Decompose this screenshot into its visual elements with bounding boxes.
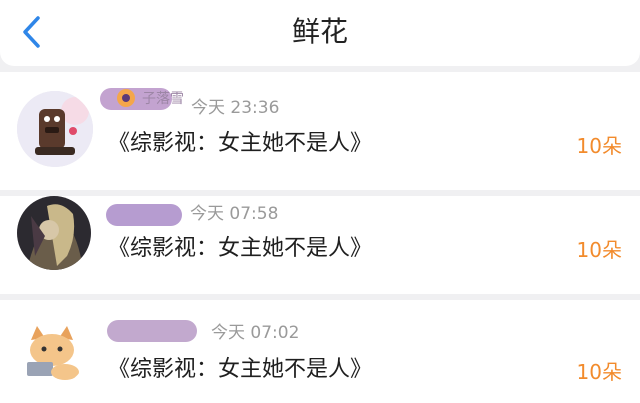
flower-count: 10朵 bbox=[576, 238, 622, 262]
book-title[interactable]: 《综影视：女主她不是人》 bbox=[108, 129, 372, 159]
timestamp: 今天 23:36 bbox=[191, 98, 280, 118]
user-name: 子落雪 bbox=[100, 84, 184, 112]
sticker-icon bbox=[117, 89, 135, 107]
list-item[interactable]: 今天 07:58 《综影视：女主她不是人》 10朵 bbox=[0, 196, 640, 294]
timestamp: 今天 07:02 bbox=[211, 323, 300, 343]
flower-count: 10朵 bbox=[576, 360, 622, 384]
list-item[interactable]: 子落雪 今天 23:36 《综影视：女主她不是人》 10朵 bbox=[0, 72, 640, 190]
avatar bbox=[17, 91, 93, 167]
list-item[interactable]: 今天 07:02 《综影视：女主她不是人》 10朵 bbox=[0, 300, 640, 403]
avatar bbox=[17, 316, 87, 386]
avatar bbox=[17, 196, 91, 270]
page-title: 鲜花 bbox=[291, 15, 348, 48]
header-bar: 鲜花 bbox=[0, 0, 640, 66]
timestamp: 今天 07:58 bbox=[190, 204, 279, 224]
user-name bbox=[106, 200, 182, 228]
book-title[interactable]: 《综影视：女主她不是人》 bbox=[108, 355, 372, 385]
user-name bbox=[107, 316, 197, 344]
book-title[interactable]: 《综影视：女主她不是人》 bbox=[108, 234, 372, 264]
flower-count: 10朵 bbox=[576, 134, 622, 158]
